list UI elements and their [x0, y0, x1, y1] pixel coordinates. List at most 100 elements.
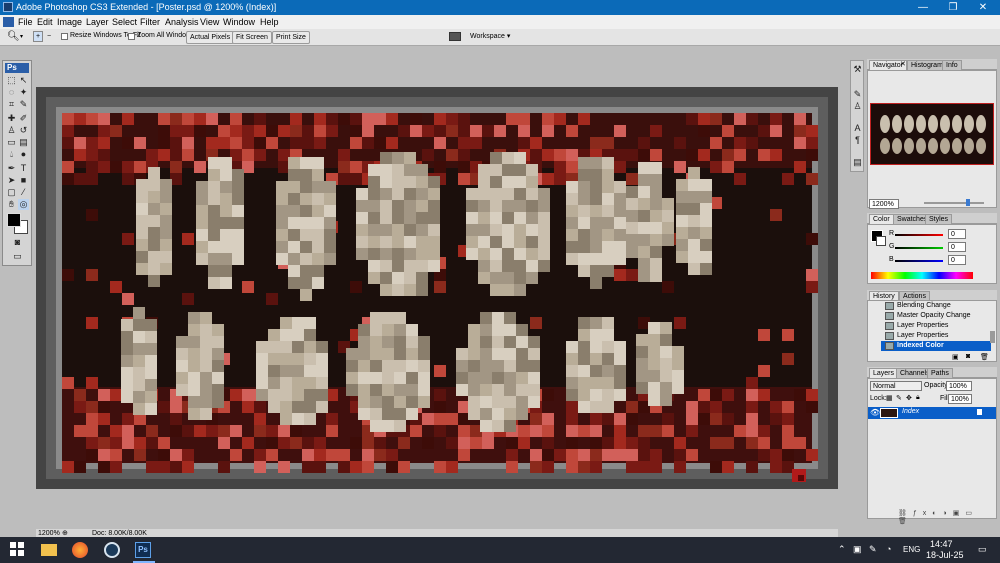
lock-all-icon[interactable]: 🔒︎ [916, 394, 920, 402]
zoom-in-icon[interactable]: + [33, 31, 43, 42]
tab-styles[interactable]: Styles [925, 214, 953, 224]
green-field[interactable]: 0 [948, 242, 966, 252]
blur-tool-icon[interactable]: 💧︎ [6, 149, 17, 160]
menu-filter[interactable]: Filter [140, 17, 160, 27]
pen-tool-icon[interactable]: ✒ [6, 163, 17, 174]
menu-window[interactable]: Window [223, 17, 255, 27]
history-item[interactable]: Layer Properties [881, 331, 991, 341]
navigator-thumbnail[interactable] [870, 103, 994, 165]
color-background-swatch[interactable] [876, 236, 886, 246]
red-field[interactable]: 0 [948, 229, 966, 239]
status-menu-icon[interactable]: ⊕ [62, 529, 70, 537]
zoom-level[interactable]: 1200% [38, 530, 60, 537]
pixelated-image-canvas[interactable] [36, 87, 838, 489]
slice-tool-icon[interactable]: ✎ [18, 99, 29, 110]
tab-layers[interactable]: Layers [869, 368, 899, 378]
green-slider[interactable] [895, 247, 943, 249]
menu-edit[interactable]: Edit [37, 17, 53, 27]
network-icon[interactable]: ◔ [886, 544, 891, 554]
snapshot-icon[interactable]: ◙ [966, 353, 970, 360]
move-tool-icon[interactable]: ↖ [18, 75, 29, 86]
brushes-icon[interactable]: ✎ [852, 89, 863, 100]
fit-screen-button[interactable]: Fit Screen [232, 31, 272, 44]
clock-time[interactable]: 14:47 [930, 539, 953, 549]
marquee-tool-icon[interactable]: ⬚ [6, 75, 17, 86]
layer-row-index[interactable]: 👁︎ Index [868, 407, 996, 419]
quick-mask-icon[interactable]: ◙ [12, 237, 23, 248]
tray-chevron-icon[interactable]: ⌃ [838, 544, 846, 555]
red-slider[interactable] [895, 234, 943, 236]
layer-visibility-eye-icon[interactable]: 👁︎ [870, 408, 880, 417]
steam-icon[interactable] [104, 542, 120, 558]
type-tool-icon[interactable]: T [18, 163, 29, 174]
menu-layer[interactable]: Layer [86, 17, 109, 27]
tool-preset-chevron-icon[interactable]: ▾ [20, 33, 23, 40]
gradient-tool-icon[interactable]: ▤ [18, 137, 29, 148]
lock-image-icon[interactable]: ✎ [896, 394, 902, 402]
blue-slider[interactable] [895, 260, 943, 262]
character-icon[interactable]: A [852, 123, 863, 134]
tool-presets-icon[interactable]: ⚒ [852, 64, 863, 75]
windows-start-icon[interactable] [10, 542, 26, 558]
healing-brush-tool-icon[interactable]: ✚ [6, 113, 17, 124]
restore-button[interactable]: ❐ [938, 0, 968, 15]
lasso-tool-icon[interactable]: ◌ [6, 87, 17, 98]
blend-mode-select[interactable]: Normal [870, 381, 922, 391]
path-selection-tool-icon[interactable]: ➤ [6, 175, 17, 186]
foreground-color-swatch-top[interactable] [7, 213, 21, 227]
close-button[interactable]: ✕ [968, 0, 998, 15]
history-item[interactable]: Master Opacity Change [881, 311, 991, 321]
menu-image[interactable]: Image [57, 17, 82, 27]
trash-icon[interactable]: 🗑︎ [980, 353, 989, 361]
navigator-close-icon[interactable]: ✕ [900, 60, 906, 68]
blue-field[interactable]: 0 [948, 255, 966, 265]
file-explorer-icon[interactable] [41, 544, 57, 556]
magic-wand-tool-icon[interactable]: ✦ [18, 87, 29, 98]
clone-source-icon[interactable]: ♙ [852, 101, 863, 112]
zoom-tool-icon[interactable]: 🔍︎ [7, 31, 20, 43]
zoom-out-icon[interactable]: − [44, 31, 54, 42]
history-item-selected[interactable]: Indexed Color [881, 341, 991, 351]
layer-name[interactable]: Index [902, 408, 919, 415]
lock-position-icon[interactable]: ✥ [906, 394, 912, 402]
menu-file[interactable]: File [18, 17, 33, 27]
menu-select[interactable]: Select [112, 17, 137, 27]
lock-transparent-icon[interactable]: ▦ [886, 394, 893, 402]
screen-mode-icon[interactable]: ▭ [12, 251, 23, 262]
navigator-zoom-slider[interactable] [924, 202, 984, 204]
navigator-zoom-field[interactable]: 1200% [869, 199, 899, 209]
notifications-icon[interactable]: ▭ [978, 544, 987, 555]
history-item[interactable]: Layer Properties [881, 321, 991, 331]
fill-field[interactable]: 100% [948, 394, 972, 404]
shape-tool-icon[interactable]: ■ [18, 175, 29, 186]
brush-tool-icon[interactable]: ✐ [18, 113, 29, 124]
history-item[interactable]: Blending Change [881, 301, 991, 311]
new-document-from-state-icon[interactable]: ▣ [952, 353, 959, 361]
navigator-zoom-handle[interactable] [966, 199, 970, 206]
dodge-tool-icon[interactable]: ● [18, 149, 29, 160]
tray-tool-icon[interactable]: ✎ [869, 544, 877, 555]
menu-view[interactable]: View [200, 17, 219, 27]
actual-pixels-button[interactable]: Actual Pixels [186, 31, 235, 44]
notes-tool-icon[interactable]: ▢ [6, 187, 17, 198]
workspace-menu[interactable]: Workspace ▾ [470, 32, 510, 40]
paragraph-icon[interactable]: ¶ [852, 135, 863, 146]
tray-app-icon[interactable]: ▣ [853, 544, 862, 555]
minimize-button[interactable]: — [908, 0, 938, 15]
history-scrollbar[interactable] [990, 331, 995, 343]
crop-tool-icon[interactable]: ⌗ [6, 99, 17, 110]
tab-paths[interactable]: Paths [927, 368, 953, 378]
zoom-tool-icon[interactable]: ◎ [18, 199, 29, 210]
resize-windows-checkbox[interactable] [61, 33, 68, 40]
opacity-field[interactable]: 100% [946, 381, 972, 391]
tab-color[interactable]: Color [869, 214, 894, 224]
history-brush-tool-icon[interactable]: ↺ [18, 125, 29, 136]
document-icon[interactable] [3, 17, 14, 27]
eraser-tool-icon[interactable]: ▭ [6, 137, 17, 148]
language-indicator[interactable]: ENG [903, 545, 920, 554]
layer-comps-icon[interactable]: ▤ [852, 157, 863, 168]
eyedropper-tool-icon[interactable]: ⁄ [18, 187, 29, 198]
clock-date[interactable]: 18-Jul-25 [926, 550, 964, 560]
hand-tool-icon[interactable]: ✋︎ [6, 199, 17, 210]
document-window[interactable] [36, 87, 838, 489]
